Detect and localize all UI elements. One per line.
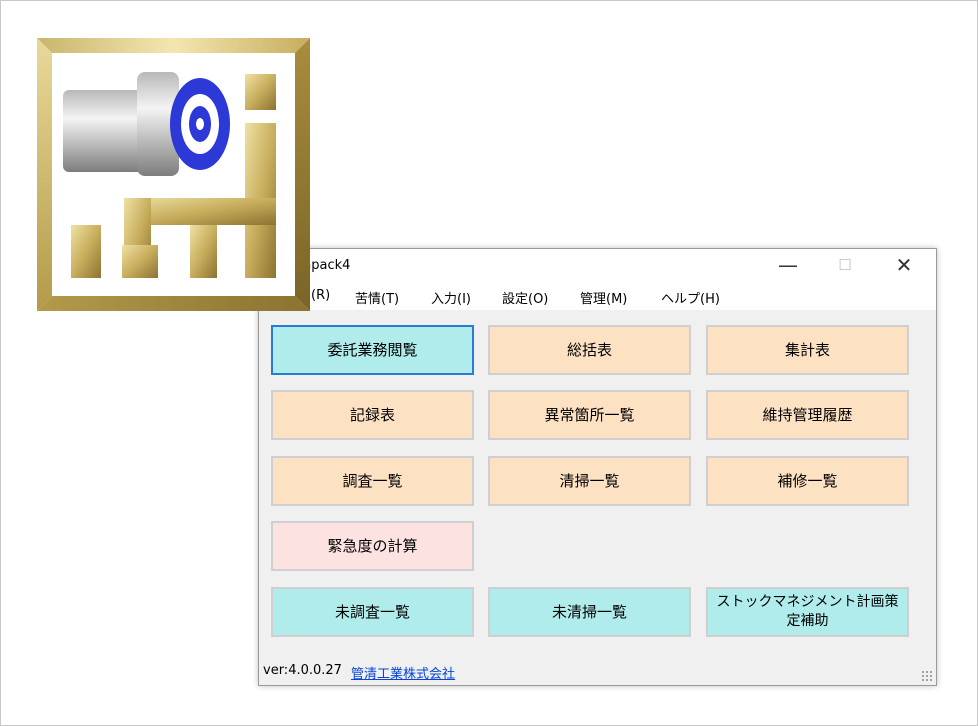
itaku-gyomu-button[interactable]: 委託業務閲覧 [271, 325, 474, 375]
shukei-button[interactable]: 集計表 [706, 325, 909, 375]
company-link[interactable]: 管清工業株式会社 [351, 663, 455, 682]
menu-item-help[interactable]: ヘルプ(H) [661, 288, 720, 307]
status-bar: ver:4.0.0.27 管清工業株式会社 [259, 658, 936, 685]
minimize-button[interactable]: — [765, 249, 811, 282]
close-button[interactable]: ✕ [881, 249, 927, 282]
menu-item-management[interactable]: 管理(M) [580, 288, 627, 307]
ijou-kasho-button[interactable]: 異常箇所一覧 [488, 390, 691, 440]
window-title: npack4 [303, 258, 351, 273]
iji-kanri-button[interactable]: 維持管理履歴 [706, 390, 909, 440]
hoshuu-button[interactable]: 補修一覧 [706, 456, 909, 506]
menu-bar: (R) 苦情(T) 入力(I) 設定(O) 管理(M) ヘルプ(H) [259, 282, 936, 310]
title-bar[interactable]: npack4 — ☐ ✕ [259, 249, 936, 282]
seisou-button[interactable]: 清掃一覧 [488, 456, 691, 506]
maximize-button[interactable]: ☐ [822, 249, 868, 282]
kiroku-button[interactable]: 記録表 [271, 390, 474, 440]
menu-item-settings[interactable]: 設定(O) [502, 288, 548, 307]
resize-grip-icon[interactable] [921, 670, 933, 682]
michousa-button[interactable]: 未調査一覧 [271, 587, 474, 637]
app-logo-icon [37, 38, 310, 311]
stock-management-button[interactable]: ストックマネジメント計画策定補助 [706, 587, 909, 637]
version-label: ver:4.0.0.27 [263, 663, 342, 678]
soukatsu-button[interactable]: 総括表 [488, 325, 691, 375]
kinkyu-button[interactable]: 緊急度の計算 [271, 521, 474, 571]
menu-item-r[interactable]: (R) [311, 288, 330, 303]
miseisou-button[interactable]: 未清掃一覧 [488, 587, 691, 637]
menu-item-complaint[interactable]: 苦情(T) [355, 288, 399, 307]
chousa-button[interactable]: 調査一覧 [271, 456, 474, 506]
menu-item-input[interactable]: 入力(I) [431, 288, 471, 307]
app-window: npack4 — ☐ ✕ (R) 苦情(T) 入力(I) 設定(O) 管理(M)… [258, 248, 937, 686]
